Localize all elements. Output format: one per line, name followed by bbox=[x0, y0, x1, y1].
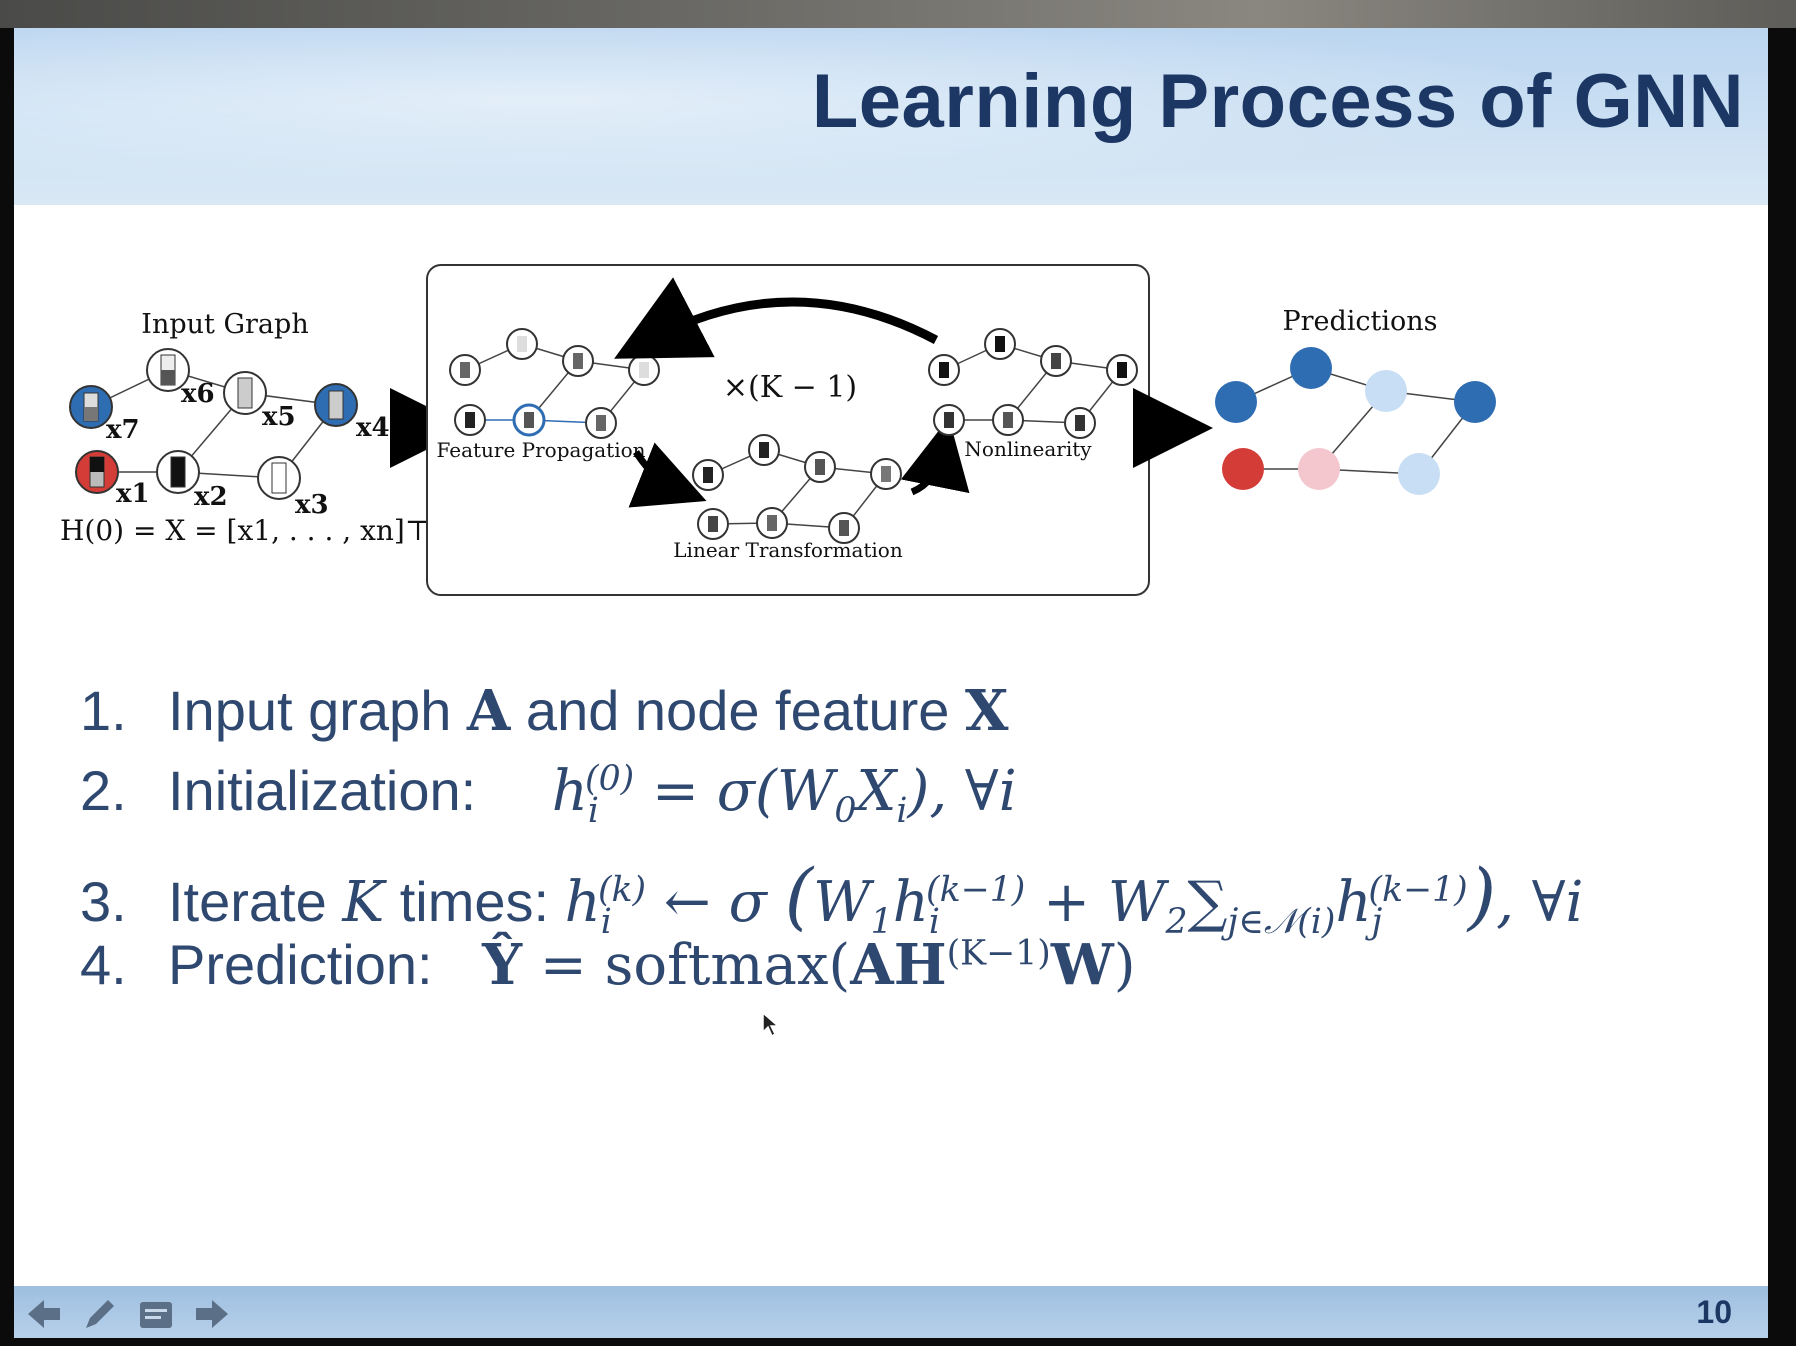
linear-transformation-label: Linear Transformation bbox=[673, 538, 903, 562]
mouse-cursor-icon bbox=[762, 1012, 780, 1038]
initialization-formula: hi(0) = σ(W0Xi), ∀i bbox=[551, 759, 1017, 832]
step-3-text: Iterate bbox=[168, 870, 327, 933]
node-label-x5: x5 bbox=[262, 402, 296, 432]
feature-propagation-label: Feature Propagation bbox=[436, 438, 645, 462]
step-1-mid: and node feature bbox=[525, 679, 950, 742]
page-number: 10 bbox=[1696, 1294, 1732, 1330]
slide-header: Learning Process of GNN bbox=[14, 28, 1768, 205]
predictions-label: Predictions bbox=[1282, 306, 1437, 337]
step-1-symbol-a: A bbox=[466, 678, 511, 744]
step-1-symbol-x: X bbox=[964, 678, 1009, 744]
step-4-text: Prediction: bbox=[168, 933, 433, 996]
predictions-graph-nodes bbox=[1215, 347, 1496, 495]
step-3-after: times: bbox=[399, 870, 550, 933]
step-1: 1. Input graph A and node feature X bbox=[80, 678, 1008, 744]
step-2: 2. Initialization: hi(0) = σ(W0Xi), ∀i bbox=[80, 758, 1017, 831]
step-4-number: 4. bbox=[80, 933, 127, 996]
iteration-formula: hi(k) ← σ (W1hi(k−1) + W2∑j∈𝒩(i)hj(k−1))… bbox=[564, 854, 1584, 943]
pen-icon[interactable] bbox=[78, 1294, 118, 1334]
prediction-formula: Ŷ = softmax(AH(K−1)W) bbox=[482, 932, 1136, 998]
softmax-label: softmax bbox=[604, 933, 829, 998]
h0-formula: H(0) = X = [x1, . . . , xn]⊤ bbox=[60, 514, 431, 547]
slide-footer: 10 bbox=[14, 1286, 1768, 1338]
gnn-figure: Input Graph x7 x6 x5 x4 x1 x2 x3 H(0) = … bbox=[60, 264, 1496, 596]
step-3-number: 3. bbox=[80, 870, 127, 933]
nonlinearity-label: Nonlinearity bbox=[964, 437, 1092, 461]
step-2-number: 2. bbox=[80, 759, 127, 822]
step-4: 4. Prediction: Ŷ = softmax(AH(K−1)W) bbox=[80, 932, 1136, 998]
arrow-right-icon[interactable] bbox=[192, 1294, 232, 1334]
node-label-x6: x6 bbox=[181, 379, 215, 409]
top-background-strip bbox=[0, 0, 1796, 28]
repeat-label: ×(K − 1) bbox=[723, 370, 857, 405]
step-1-text: Input graph bbox=[168, 679, 452, 742]
notes-icon[interactable] bbox=[136, 1294, 176, 1334]
step-1-number: 1. bbox=[80, 679, 127, 742]
node-label-x1: x1 bbox=[116, 479, 150, 509]
step-2-text: Initialization: bbox=[168, 759, 477, 822]
slide: Learning Process of GNN Input Graph x7 x… bbox=[14, 28, 1768, 1338]
input-graph-label: Input Graph bbox=[141, 309, 308, 340]
node-label-x2: x2 bbox=[194, 482, 228, 512]
arrow-left-icon[interactable] bbox=[24, 1294, 64, 1334]
slide-title: Learning Process of GNN bbox=[811, 59, 1744, 144]
step-3: 3. Iterate K times: hi(k) ← σ (W1hi(k−1) … bbox=[80, 854, 1583, 942]
predictions-graph-edges bbox=[1235, 367, 1476, 475]
node-label-x7: x7 bbox=[106, 415, 140, 445]
node-label-x4: x4 bbox=[356, 413, 390, 443]
step-3-symbol-k: K bbox=[342, 870, 385, 935]
